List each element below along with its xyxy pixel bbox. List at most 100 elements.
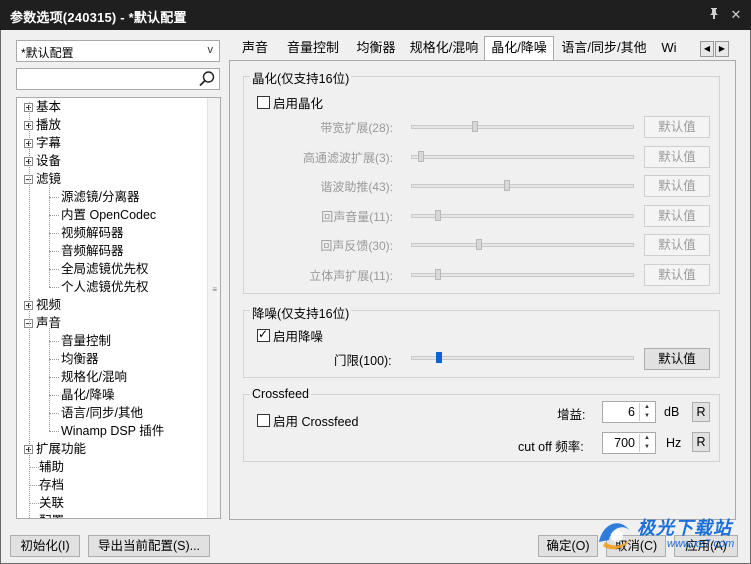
tree-item[interactable]: 音频解码器 [61,242,124,260]
tree-connector [49,287,59,288]
crystal-slider-track[interactable] [411,213,634,218]
tree-child-line [49,184,50,287]
tree-item[interactable]: 音量控制 [61,332,111,350]
crystal-slider-thumb[interactable] [417,150,424,162]
tree-connector [49,341,59,342]
title-bar: 参数选项(240315) - *默认配置 ✕ [0,0,751,30]
crystal-slider-thumb[interactable] [434,268,441,280]
search-icon[interactable] [197,70,217,88]
scroll-grip-icon[interactable]: ≡ [212,286,217,294]
crystal-slider-track[interactable] [411,272,634,277]
spin-down-icon[interactable]: ▼ [640,412,654,421]
cutoff-spinbox[interactable]: 700 ▲ ▼ [602,432,656,454]
crystal-slider-track[interactable] [411,243,634,247]
tab-0[interactable]: 声音 [232,37,278,59]
enable-crossfeed-label: 启用 Crossfeed [273,415,359,429]
cutoff-reset-button[interactable]: R [692,432,710,452]
tree-item[interactable]: 规格化/混响 [61,368,127,386]
crystal-slider-label: 谐波助推(43): [320,180,393,194]
crystal-default-button[interactable]: 默认值 [644,234,710,256]
crystal-slider-track[interactable] [411,184,634,188]
threshold-slider-track[interactable] [411,356,634,360]
pin-icon[interactable] [705,6,723,24]
enable-crystal-checkbox[interactable]: 启用晶化 [257,93,323,112]
tab-5[interactable]: 语言/同步/其他 [554,37,654,59]
spin-up-icon[interactable]: ▲ [640,403,654,412]
tree-item[interactable]: 语言/同步/其他 [61,404,143,422]
tree-connector [49,377,59,378]
gain-label: 增益: [557,408,586,422]
tree-item[interactable]: 源滤镜/分离器 [61,188,139,206]
gain-unit: dB [664,405,680,419]
gain-updown[interactable]: ▲ ▼ [639,403,654,421]
crystal-default-button[interactable]: 默认值 [644,263,710,286]
tab-6[interactable]: Wi [654,37,684,59]
settings-tree[interactable]: ≡ 基本 播放 字幕 设备 滤镜 源滤镜/分离器 内置 OpenCodec 视频解码器 音频解码… [16,97,221,519]
crystal-slider-thumb[interactable] [434,209,441,221]
tree-item[interactable]: 个人滤镜优先权 [61,278,149,296]
tree-item-label: 全局滤镜优先权 [61,262,149,276]
tree-connector [49,197,59,198]
tree-connector [49,215,59,216]
tree-item[interactable]: Winamp DSP 插件 [61,422,164,440]
tab-scroll-left-icon[interactable]: ◀ [700,41,714,57]
tree-item[interactable]: 关联 [24,494,64,512]
crystal-slider-thumb[interactable] [471,121,478,132]
crystal-slider-thumb[interactable] [476,239,483,250]
tree-item[interactable]: 视频解码器 [61,224,124,242]
spin-up-icon[interactable]: ▲ [640,434,654,443]
tree-item[interactable]: 全局滤镜优先权 [61,260,149,278]
tree-item[interactable]: 配置 [24,512,64,518]
crossfeed-checkbox-box[interactable] [257,414,270,427]
tree-item[interactable]: 均衡器 [61,350,99,368]
enable-denoise-checkbox[interactable]: 启用降噪 [257,326,323,345]
crystal-slider-thumb[interactable] [504,180,511,191]
tree-scrollbar[interactable]: ≡ [207,98,220,518]
tab-4[interactable]: 晶化/降噪 [484,36,554,60]
tree-root-line [29,102,30,518]
tree-connector [49,269,59,270]
tab-scroll-right-icon[interactable]: ▶ [715,41,729,57]
tree-item-label: 字幕 [36,136,62,150]
tree-item-label: 存档 [39,478,65,492]
ok-button[interactable]: 确定(O) [538,535,598,557]
init-button[interactable]: 初始化(I) [10,535,80,557]
export-config-button[interactable]: 导出当前配置(S)... [88,535,210,557]
gain-reset-button[interactable]: R [692,402,710,422]
threshold-slider-thumb[interactable] [435,352,442,363]
tree-item[interactable]: 内置 OpenCodec [61,206,156,224]
crystal-default-button[interactable]: 默认值 [644,175,710,197]
tree-item[interactable]: 晶化/降噪 [61,386,114,404]
spin-down-icon[interactable]: ▼ [640,443,654,452]
tree-item[interactable]: 辅助 [24,458,64,476]
tree-item-label: 扩展功能 [36,442,87,456]
tree-item-label: 个人滤镜优先权 [61,280,149,294]
tree-item-label: 辅助 [39,460,65,474]
tree-connector [49,395,59,396]
crystal-default-button[interactable]: 默认值 [644,116,710,138]
tree-item[interactable]: 存档 [24,476,64,494]
denoise-checkbox-box[interactable] [257,327,270,342]
gain-spinbox[interactable]: 6 ▲ ▼ [602,401,656,423]
tab-3[interactable]: 规格化/混响 [404,37,484,59]
threshold-default-button[interactable]: 默认值 [644,348,710,370]
tree-item[interactable]: 扩展功能 [24,440,86,458]
crystal-default-button[interactable]: 默认值 [644,145,710,168]
enable-crossfeed-checkbox[interactable]: 启用 Crossfeed [257,411,358,430]
profile-combo[interactable]: *默认配置 v [16,40,220,62]
search-input[interactable] [16,68,220,90]
tab-1[interactable]: 音量控制 [278,37,348,59]
threshold-label: 门限(100): [334,354,392,368]
crystal-checkbox-box[interactable] [257,96,270,109]
crystal-slider-track[interactable] [411,125,634,129]
tree-child-line [49,328,50,431]
close-icon[interactable]: ✕ [727,6,745,24]
crystal-default-button[interactable]: 默认值 [644,204,710,227]
cutoff-updown[interactable]: ▲ ▼ [639,434,654,452]
tab-2[interactable]: 均衡器 [348,37,404,59]
crystal-slider-track[interactable] [411,154,634,159]
tree-item-label: 晶化/降噪 [61,388,115,402]
tree-item-label: 关联 [39,496,65,510]
profile-combo-value: *默认配置 [21,46,74,60]
chevron-down-icon: v [207,44,214,56]
